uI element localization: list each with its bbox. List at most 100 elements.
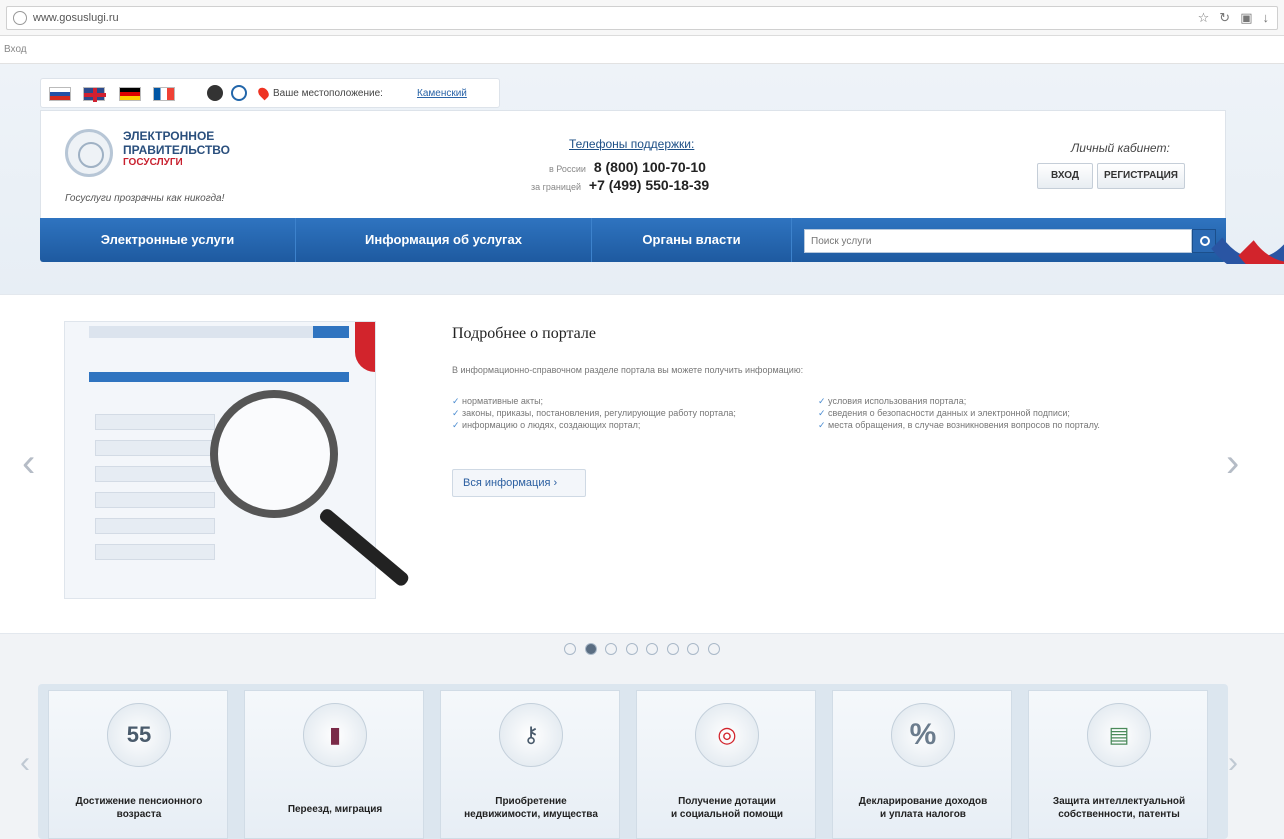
bullet-item: сведения о безопасности данных и электро… <box>818 407 1100 419</box>
tile-property[interactable]: ⚷ Приобретение недвижимости, имущества <box>440 690 620 839</box>
bullet-list-right: условия использования портала; сведения … <box>818 395 1100 431</box>
download-icon[interactable]: ↓ <box>1263 10 1270 26</box>
tile-label: Защита интеллектуальной собственности, п… <box>1029 795 1209 821</box>
slide-intro: В информационно-справочном разделе порта… <box>452 365 804 375</box>
status-check-icon[interactable] <box>231 85 247 101</box>
tiles-next-icon[interactable]: › <box>1228 746 1238 780</box>
slide-dot[interactable] <box>707 642 720 655</box>
tile-migration[interactable]: ▮ Переезд, миграция <box>244 690 424 839</box>
preview-row <box>95 544 215 560</box>
preview-row <box>95 518 215 534</box>
flag-english-icon[interactable] <box>83 87 106 102</box>
tile-label-line1: Защита интеллектуальной <box>1052 796 1186 807</box>
find-bar[interactable]: Вход <box>0 36 1284 64</box>
tile-label: Переезд, миграция <box>245 803 425 816</box>
location-pin-icon <box>256 85 271 101</box>
slide-title: Подробнее о портале <box>452 325 597 342</box>
address-bar[interactable]: www.gosuslugi.ru ☆ ↻ ▣ ↓ <box>6 6 1278 30</box>
tile-pension[interactable]: 55 Достижение пенсионного возраста <box>48 690 228 839</box>
flag-swoosh-decoration <box>1180 64 1284 264</box>
tile-label: Получение дотации и социальной помощи <box>637 795 817 821</box>
logo-line-1[interactable]: ЭЛЕКТРОННОЕ <box>123 129 214 143</box>
phone-russia: в России 8 (800) 100-70-10 <box>549 159 706 175</box>
slide-dot[interactable] <box>666 642 679 655</box>
tiles-prev-icon[interactable]: ‹ <box>20 746 30 780</box>
search-input[interactable] <box>804 229 1192 253</box>
more-info-label: Вся информация <box>463 477 551 489</box>
preview-header <box>89 326 349 338</box>
gosuslugi-logo-icon[interactable] <box>65 129 113 177</box>
tile-patents[interactable]: ▤ Защита интеллектуальной собственности,… <box>1028 690 1208 839</box>
slide-dot[interactable] <box>625 642 638 655</box>
main-nav: Электронные услуги Информация об услугах… <box>40 218 1226 262</box>
bookmark-star-icon[interactable]: ☆ <box>1198 10 1210 26</box>
preview-swoosh <box>355 322 375 372</box>
register-button[interactable]: РЕГИСТРАЦИЯ <box>1097 163 1185 189</box>
bullet-item: места обращения, в случае возникновения … <box>818 419 1100 431</box>
logo-line-3[interactable]: ГОСУСЛУГИ <box>123 157 183 168</box>
promo-slider: ‹ › Подробнее о портале В информационно-… <box>0 294 1284 634</box>
tile-taxes[interactable]: % Декларирование доходов и уплата налого… <box>832 690 1012 839</box>
tile-label-line1: Приобретение <box>495 796 567 807</box>
tile-label-line2: недвижимости, имущества <box>464 809 598 820</box>
language-bar: Ваше местоположение: Каменский <box>40 78 500 108</box>
bullet-list-left: нормативные акты; законы, приказы, поста… <box>452 395 736 431</box>
slide-dot[interactable] <box>687 642 700 655</box>
tile-label-line1: Декларирование доходов <box>858 796 988 807</box>
slide-dot[interactable] <box>605 642 618 655</box>
preview-nav <box>89 372 349 382</box>
certificate-icon: ▤ <box>1087 703 1151 767</box>
flag-french-icon[interactable] <box>153 87 175 101</box>
tile-label-line2: возраста <box>116 809 162 820</box>
bullet-item: информацию о людях, создающих портал; <box>452 419 736 431</box>
accessibility-eye-icon[interactable] <box>207 85 223 101</box>
url-text: www.gosuslugi.ru <box>33 12 119 24</box>
tile-label-line2: и уплата налогов <box>880 809 966 820</box>
magnifier-icon <box>210 390 338 518</box>
tile-label: Достижение пенсионного возраста <box>49 795 229 821</box>
tile-label-line1: Переезд, миграция <box>287 804 383 815</box>
bullet-item: законы, приказы, постановления, регулиру… <box>452 407 736 419</box>
support-phones-link[interactable]: Телефоны поддержки: <box>569 137 694 151</box>
preview-row <box>95 414 215 430</box>
phone-abroad-number: +7 (499) 550-18-39 <box>588 177 710 193</box>
browser-toolbar: www.gosuslugi.ru ☆ ↻ ▣ ↓ <box>0 0 1284 36</box>
cabinet-title: Личный кабинет: <box>1071 141 1170 155</box>
keys-icon: ⚷ <box>499 703 563 767</box>
logo-line-2[interactable]: ПРАВИТЕЛЬСТВО <box>123 143 230 157</box>
phone-abroad: за границей +7 (499) 550-18-39 <box>531 177 709 193</box>
chevron-right-icon: › <box>553 477 558 489</box>
flag-german-icon[interactable] <box>119 87 141 101</box>
tile-label-line1: Достижение пенсионного <box>75 796 203 807</box>
page-menu-icon[interactable]: ▣ <box>1240 10 1252 26</box>
more-info-button[interactable]: Вся информация › <box>452 469 586 497</box>
phone-russia-number: 8 (800) 100-70-10 <box>593 159 706 175</box>
nav-service-info[interactable]: Информация об услугах <box>296 218 592 262</box>
location-label: Ваше местоположение: <box>273 88 383 99</box>
slider-prev-icon[interactable]: ‹ <box>22 443 42 483</box>
header-panel: ЭЛЕКТРОННОЕ ПРАВИТЕЛЬСТВО ГОСУСЛУГИ Госу… <box>40 110 1226 234</box>
tile-label-line2: собственности, патенты <box>1058 809 1180 820</box>
slider-next-icon[interactable]: › <box>1226 443 1246 483</box>
flag-russian-icon[interactable] <box>49 87 71 101</box>
nav-authorities[interactable]: Органы власти <box>592 218 792 262</box>
preview-row <box>95 440 215 456</box>
bullet-item: нормативные акты; <box>452 395 736 407</box>
lifebuoy-icon: ◎ <box>695 703 759 767</box>
phone-russia-label: в России <box>549 164 586 174</box>
slider-pagination <box>0 640 1284 662</box>
nav-electronic-services[interactable]: Электронные услуги <box>40 218 296 262</box>
tile-label-line2: и социальной помощи <box>670 809 783 820</box>
login-button[interactable]: ВХОД <box>1037 163 1093 189</box>
tile-label-line1: Получение дотации <box>678 796 776 807</box>
slide-dot[interactable] <box>564 642 577 655</box>
passport-icon: ▮ <box>303 703 367 767</box>
location-select[interactable]: Каменский <box>417 88 467 99</box>
bullet-item: условия использования портала; <box>818 395 1100 407</box>
tile-label: Приобретение недвижимости, имущества <box>441 795 621 821</box>
slide-dot-active[interactable] <box>584 642 597 655</box>
tile-social-aid[interactable]: ◎ Получение дотации и социальной помощи <box>636 690 816 839</box>
slide-dot[interactable] <box>646 642 659 655</box>
reload-icon[interactable]: ↻ <box>1219 10 1230 26</box>
globe-icon <box>13 11 27 25</box>
